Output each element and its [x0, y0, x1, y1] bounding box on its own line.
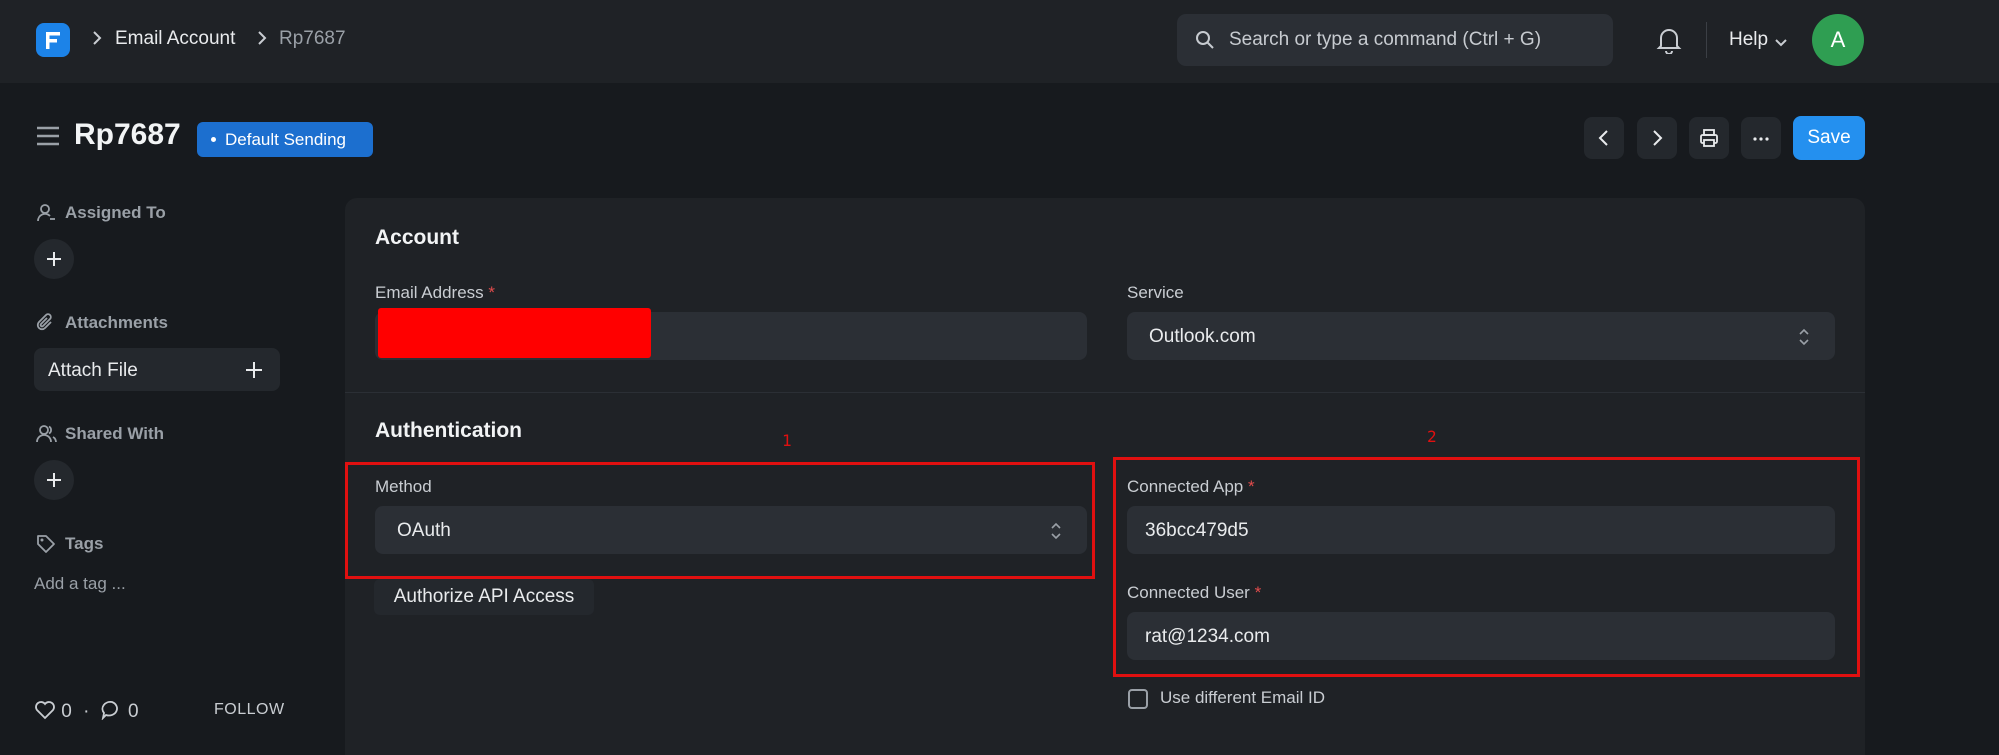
email-address-label: Email Address * [375, 283, 496, 302]
authentication-section-title: Authentication [375, 419, 522, 442]
service-label: Service [1127, 283, 1184, 302]
annotation-label-1: 1 [782, 431, 792, 450]
user-icon [36, 203, 56, 228]
dot-separator: · [83, 701, 90, 722]
redacted-value [378, 308, 651, 358]
help-menu[interactable]: Help [1729, 29, 1768, 51]
printer-icon [1700, 129, 1718, 147]
chevron-down-icon[interactable] [1774, 35, 1788, 53]
attach-file-button[interactable]: Attach File [34, 348, 280, 391]
annotation-box-2 [1113, 457, 1860, 677]
add-assignee-button[interactable] [34, 239, 74, 279]
section-divider [345, 392, 1865, 393]
heart-icon [35, 701, 55, 720]
avatar[interactable]: A [1812, 14, 1864, 66]
authorize-api-access-button[interactable]: Authorize API Access [374, 579, 594, 615]
search-placeholder: Search or type a command (Ctrl + G) [1229, 29, 1542, 50]
navbar-divider [1706, 22, 1707, 58]
ellipsis-icon [1753, 137, 1769, 141]
like-comment-stats: 0 · 0 [34, 700, 139, 723]
attach-file-label: Attach File [48, 360, 138, 381]
chevron-right-icon [92, 30, 102, 51]
search-icon [1195, 30, 1215, 55]
navbar: Email Account Rp7687 Search or type a co… [0, 0, 1999, 83]
comment-count[interactable]: 0 [128, 701, 139, 722]
use-different-email-label: Use different Email ID [1160, 688, 1326, 707]
service-select[interactable]: Outlook.com [1127, 312, 1835, 360]
tag-icon [36, 534, 56, 559]
account-section-title: Account [375, 226, 459, 249]
print-button[interactable] [1689, 117, 1729, 159]
tags-label: Tags [65, 534, 104, 553]
plus-icon [47, 252, 61, 266]
like-count[interactable]: 0 [61, 701, 72, 722]
add-share-button[interactable] [34, 460, 74, 500]
paperclip-icon [36, 313, 56, 338]
notification-bell-icon[interactable] [1656, 26, 1682, 59]
previous-record-button[interactable] [1584, 117, 1624, 159]
plus-icon [47, 473, 61, 487]
chevron-right-icon [257, 30, 267, 51]
status-badge: Default Sending [197, 122, 373, 157]
select-arrows-icon [1797, 326, 1811, 353]
follow-button[interactable]: FOLLOW [214, 701, 285, 719]
service-value: Outlook.com [1149, 326, 1256, 347]
breadcrumb-current[interactable]: Rp7687 [279, 28, 346, 50]
assigned-to-label: Assigned To [65, 203, 166, 222]
shared-with-label: Shared With [65, 424, 165, 443]
next-record-button[interactable] [1637, 117, 1677, 159]
users-icon [36, 424, 58, 449]
use-different-email-checkbox[interactable] [1128, 689, 1148, 709]
page-title: Rp7687 [74, 118, 181, 151]
chevron-left-icon [1598, 130, 1608, 146]
annotation-box-1 [345, 462, 1095, 579]
search-input[interactable]: Search or type a command (Ctrl + G) [1177, 14, 1613, 66]
plus-icon [246, 362, 262, 378]
app-logo-icon[interactable] [36, 23, 70, 57]
annotation-label-2: 2 [1427, 427, 1437, 446]
more-actions-button[interactable] [1741, 117, 1781, 159]
comment-icon [101, 700, 118, 721]
hamburger-menu-icon[interactable] [36, 126, 60, 151]
email-address-field[interactable] [375, 308, 1087, 360]
save-button[interactable]: Save [1793, 116, 1865, 160]
chevron-right-icon [1653, 130, 1663, 146]
add-tag-input[interactable]: Add a tag ... [34, 574, 126, 594]
breadcrumb-email-account[interactable]: Email Account [115, 28, 235, 50]
attachments-label: Attachments [65, 313, 168, 332]
